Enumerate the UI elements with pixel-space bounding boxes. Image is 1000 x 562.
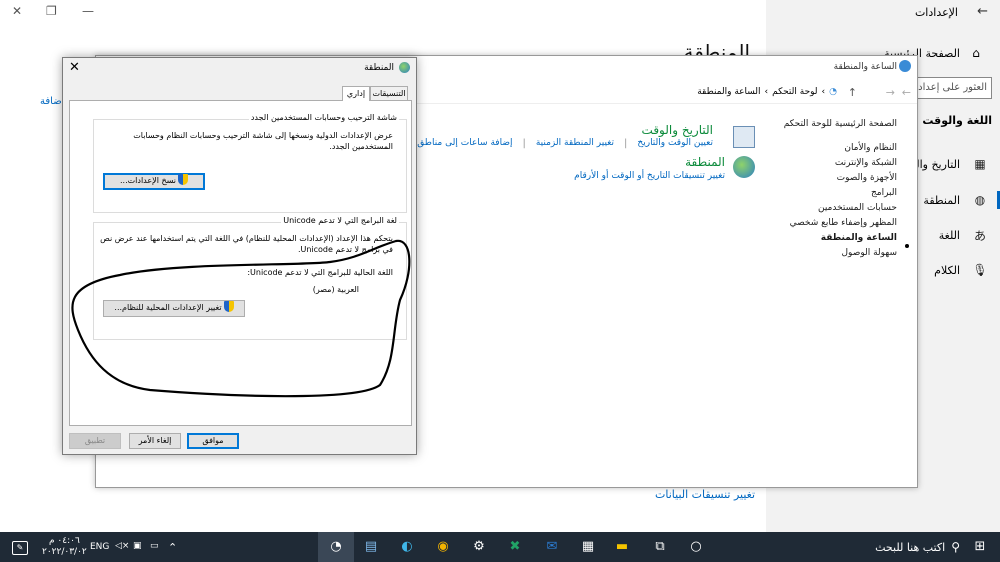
edge-icon[interactable]: ◐ xyxy=(395,537,419,557)
outlook-icon[interactable]: ✉ xyxy=(540,537,564,557)
task-view-icon[interactable]: ⧉ xyxy=(648,537,672,557)
calculator-icon[interactable]: ▦ xyxy=(576,537,600,557)
search-icon: ⚲ xyxy=(951,540,960,554)
clock-time: ٠٤:٠٦ م xyxy=(48,536,80,546)
notification-icon[interactable]: ✎ xyxy=(12,541,28,555)
settings-gear-icon[interactable]: ⚙ xyxy=(467,537,491,557)
clock[interactable]: ٠٤:٠٦ م ٢٠٢٢/٠٣/٠٢ xyxy=(42,536,87,558)
battery-icon[interactable]: ▭ xyxy=(150,541,159,551)
chrome-icon[interactable]: ◉ xyxy=(431,537,455,557)
control-panel-icon[interactable]: ▤ xyxy=(359,537,383,557)
freehand-circle xyxy=(71,239,411,398)
excel-icon[interactable]: ✖ xyxy=(503,537,527,557)
language-indicator[interactable]: ENG xyxy=(90,542,109,552)
taskbar-search[interactable]: ⚲ اكتب هنا للبحث xyxy=(750,532,960,562)
annotation-overlay xyxy=(71,239,411,398)
region-app-icon: ◔ xyxy=(330,539,342,554)
cortana-icon[interactable]: ○ xyxy=(684,537,708,557)
search-placeholder: اكتب هنا للبحث xyxy=(875,540,946,554)
volume-icon[interactable]: ◁× xyxy=(115,541,129,551)
network-icon[interactable]: ▣ xyxy=(133,541,142,551)
tab-administrative[interactable]: إداري xyxy=(342,86,370,101)
taskbar: ⊞ ⚲ اكتب هنا للبحث ○ ⧉ ▬ ▦ ✉ ✖ ⚙ ◉ ◐ ▤ ◔… xyxy=(0,532,1000,562)
file-explorer-icon[interactable]: ▬ xyxy=(610,537,634,557)
active-app-highlight[interactable]: ◔ xyxy=(318,532,354,562)
chevron-up-icon[interactable]: ⌃ xyxy=(168,541,177,554)
clock-date: ٢٠٢٢/٠٣/٠٢ xyxy=(42,547,87,557)
start-windows-icon[interactable]: ⊞ xyxy=(968,537,992,557)
